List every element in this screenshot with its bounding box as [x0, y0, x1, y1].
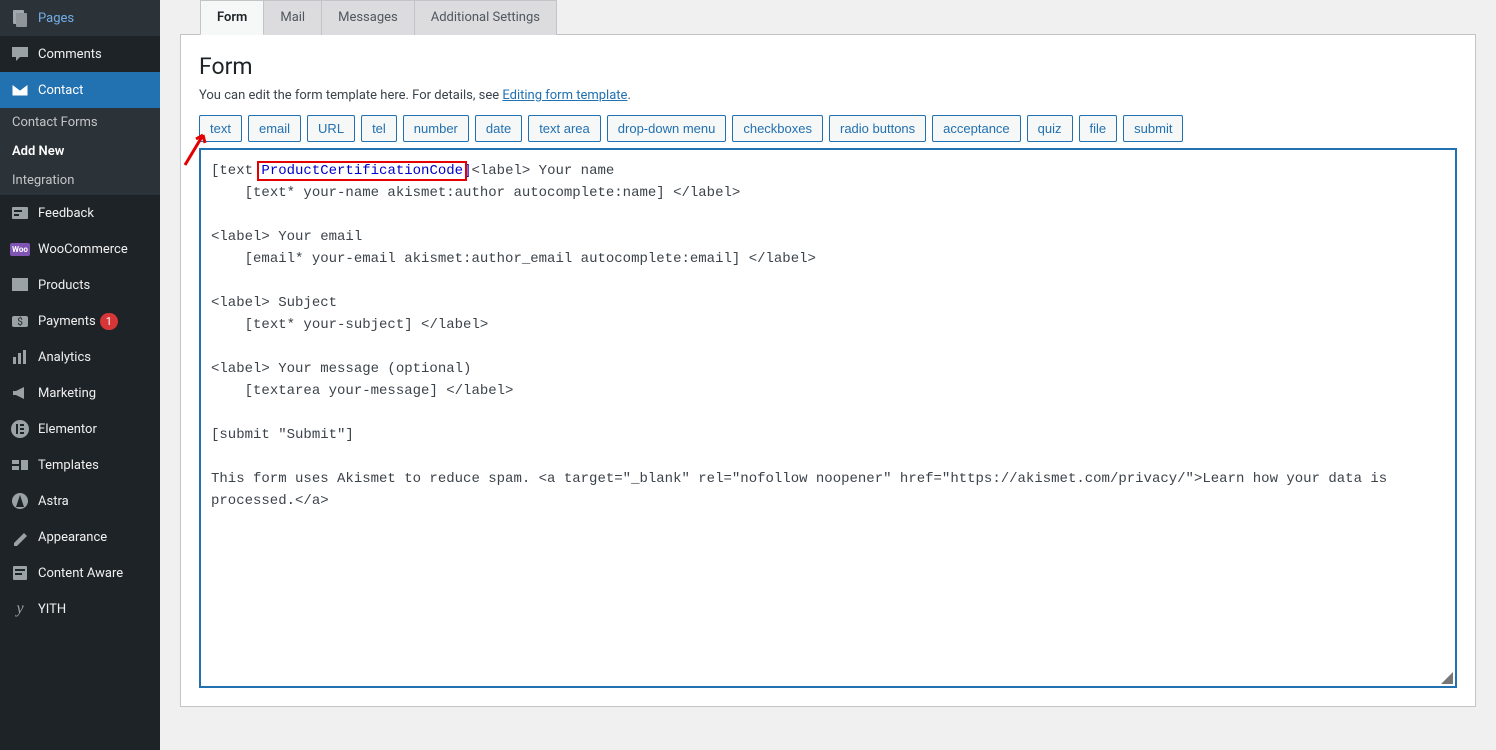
tagbtn-text[interactable]: text	[199, 115, 242, 142]
form-template-editor[interactable]: [text ProductCertificationCode]<label> Y…	[199, 148, 1457, 688]
appearance-icon	[10, 527, 30, 547]
badge: 1	[100, 313, 118, 330]
tagbtn-acceptance[interactable]: acceptance	[932, 115, 1021, 142]
sidebar-item-label: Marketing	[38, 386, 96, 401]
sidebar-item-label: Payments	[38, 314, 96, 329]
payments-icon: $	[10, 311, 30, 331]
sidebar-item-label: Templates	[38, 458, 99, 473]
sidebar-item-analytics[interactable]: Analytics	[0, 339, 160, 375]
sidebar-item-label: Analytics	[38, 350, 91, 365]
contentaware-icon	[10, 563, 30, 583]
highlighted-token: ProductCertificationCode	[261, 163, 463, 179]
tagbtn-quiz[interactable]: quiz	[1027, 115, 1073, 142]
sidebar-item-label: Pages	[38, 11, 74, 26]
sidebar-item-label: Contact	[38, 83, 83, 98]
form-tabs: FormMailMessagesAdditional Settings	[200, 0, 1476, 35]
sidebar-item-elementor[interactable]: Elementor	[0, 411, 160, 447]
editor-wrap: [text ProductCertificationCode]<label> Y…	[199, 148, 1457, 688]
desc-prefix: You can edit the form template here. For…	[199, 88, 502, 103]
contact-icon	[10, 80, 30, 100]
tagbtn-email[interactable]: email	[248, 115, 301, 142]
sidebar-item-astra[interactable]: Astra	[0, 483, 160, 519]
sidebar-item-pages[interactable]: Pages	[0, 0, 160, 36]
sidebar-subitem-integration[interactable]: Integration	[0, 166, 160, 195]
sidebar-item-products[interactable]: Products	[0, 267, 160, 303]
svg-text:$: $	[17, 315, 23, 328]
sidebar-item-label: WooCommerce	[38, 242, 128, 257]
sidebar-item-appearance[interactable]: Appearance	[0, 519, 160, 555]
sidebar-subitem-contact-forms[interactable]: Contact Forms	[0, 108, 160, 137]
sidebar-item-contact[interactable]: Contact	[0, 72, 160, 108]
tagbtn-drop-down-menu[interactable]: drop-down menu	[607, 115, 727, 142]
tab-mail[interactable]: Mail	[264, 0, 322, 35]
sidebar-subitem-add-new[interactable]: Add New	[0, 137, 160, 166]
sidebar-item-label: Comments	[38, 47, 102, 62]
sidebar-item-comments[interactable]: Comments	[0, 36, 160, 72]
sidebar-item-yith[interactable]: y YITH	[0, 591, 160, 627]
sidebar-item-woocommerce[interactable]: Woo WooCommerce	[0, 231, 160, 267]
tagbtn-checkboxes[interactable]: checkboxes	[732, 115, 823, 142]
tab-additional-settings[interactable]: Additional Settings	[415, 0, 557, 35]
sidebar-item-label: Feedback	[38, 206, 94, 221]
form-panel: Form You can edit the form template here…	[180, 34, 1476, 707]
tagbtn-text-area[interactable]: text area	[528, 115, 601, 142]
sidebar-item-label: YITH	[38, 602, 66, 617]
tab-form[interactable]: Form	[200, 0, 264, 35]
tagbtn-tel[interactable]: tel	[361, 115, 397, 142]
elementor-icon	[10, 419, 30, 439]
panel-description: You can edit the form template here. For…	[199, 88, 1457, 103]
yith-icon: y	[10, 599, 30, 619]
analytics-icon	[10, 347, 30, 367]
tagbtn-submit[interactable]: submit	[1123, 115, 1183, 142]
sidebar-item-label: Appearance	[38, 530, 107, 545]
woo-icon: Woo	[10, 239, 30, 259]
tagbtn-file[interactable]: file	[1079, 115, 1118, 142]
admin-sidebar: Pages Comments Contact Contact FormsAdd New…	[0, 0, 160, 750]
sidebar-item-feedback[interactable]: Feedback	[0, 195, 160, 231]
feedback-icon	[10, 203, 30, 223]
tagbtn-date[interactable]: date	[475, 115, 522, 142]
tagbtn-radio-buttons[interactable]: radio buttons	[829, 115, 926, 142]
sidebar-item-label: Content Aware	[38, 566, 123, 581]
editing-template-link[interactable]: Editing form template	[502, 88, 627, 103]
pages-icon	[10, 8, 30, 28]
comments-icon	[10, 44, 30, 64]
tab-messages[interactable]: Messages	[322, 0, 415, 35]
sidebar-submenu: Contact FormsAdd NewIntegration	[0, 108, 160, 195]
sidebar-item-label: Astra	[38, 494, 69, 509]
tagbtn-number[interactable]: number	[403, 115, 469, 142]
templates-icon	[10, 455, 30, 475]
astra-icon	[10, 491, 30, 511]
sidebar-item-label: Products	[38, 278, 90, 293]
tag-buttons-row: textemailURLtelnumberdatetext areadrop-d…	[199, 115, 1457, 142]
desc-suffix: .	[627, 88, 630, 103]
sidebar-item-payments[interactable]: $ Payments 1	[0, 303, 160, 339]
resize-grip-icon[interactable]	[1439, 670, 1453, 684]
sidebar-item-templates[interactable]: Templates	[0, 447, 160, 483]
main-content: FormMailMessagesAdditional Settings Form…	[160, 0, 1496, 750]
sidebar-item-content-aware[interactable]: Content Aware	[0, 555, 160, 591]
marketing-icon	[10, 383, 30, 403]
sidebar-item-label: Elementor	[38, 422, 97, 437]
tagbtn-URL[interactable]: URL	[307, 115, 355, 142]
sidebar-item-marketing[interactable]: Marketing	[0, 375, 160, 411]
panel-title: Form	[199, 53, 1457, 80]
products-icon	[10, 275, 30, 295]
